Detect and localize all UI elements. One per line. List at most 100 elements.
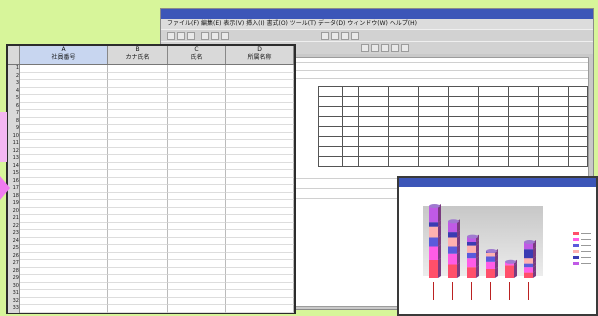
table-cell[interactable] <box>168 282 226 290</box>
table-cell[interactable] <box>108 282 168 290</box>
toolbar-button[interactable] <box>201 32 209 40</box>
table-cell[interactable] <box>168 185 226 193</box>
row-number[interactable]: 24 <box>8 237 20 245</box>
table-cell[interactable] <box>226 140 294 148</box>
column-header-a[interactable]: A 社員番号 <box>20 46 108 64</box>
table-cell[interactable] <box>20 185 108 193</box>
table-cell[interactable] <box>108 215 168 223</box>
column-header-d[interactable]: D 所属名称 <box>226 46 294 64</box>
column-header-b[interactable]: B カナ氏名 <box>108 46 168 64</box>
row-number[interactable]: 23 <box>8 230 20 238</box>
table-cell[interactable] <box>226 72 294 80</box>
row-number[interactable]: 11 <box>8 140 20 148</box>
table-cell[interactable] <box>108 207 168 215</box>
row-number[interactable]: 2 <box>8 72 20 80</box>
table-cell[interactable] <box>168 290 226 298</box>
table-cell[interactable] <box>168 140 226 148</box>
table-cell[interactable] <box>108 170 168 178</box>
table-cell[interactable] <box>20 102 108 110</box>
table-cell[interactable] <box>226 305 294 313</box>
table-cell[interactable] <box>20 305 108 313</box>
row-number[interactable]: 8 <box>8 117 20 125</box>
table-cell[interactable] <box>20 140 108 148</box>
row-number[interactable]: 25 <box>8 245 20 253</box>
row-number[interactable]: 31 <box>8 290 20 298</box>
table-cell[interactable] <box>20 80 108 88</box>
table-cell[interactable] <box>168 245 226 253</box>
toolbar-button[interactable] <box>361 44 369 52</box>
row-number[interactable]: 33 <box>8 305 20 313</box>
table-cell[interactable] <box>226 297 294 305</box>
toolbar-button[interactable] <box>221 32 229 40</box>
table-cell[interactable] <box>20 170 108 178</box>
row-number[interactable]: 9 <box>8 125 20 133</box>
employee-list-sheet[interactable]: A 社員番号 B カナ氏名 C 氏名 D 所属名称 1 2 3 4 5 6 7 8 9 10 11 1… <box>6 44 296 314</box>
table-cell[interactable] <box>226 237 294 245</box>
table-cell[interactable] <box>168 252 226 260</box>
table-cell[interactable] <box>20 117 108 125</box>
table-cell[interactable] <box>108 87 168 95</box>
table-cell[interactable] <box>20 215 108 223</box>
table-cell[interactable] <box>226 177 294 185</box>
table-cell[interactable] <box>226 110 294 118</box>
table-cell[interactable] <box>226 147 294 155</box>
table-cell[interactable] <box>108 162 168 170</box>
table-cell[interactable] <box>20 275 108 283</box>
table-cell[interactable] <box>108 95 168 103</box>
row-number[interactable]: 1 <box>8 65 20 73</box>
table-cell[interactable] <box>226 282 294 290</box>
table-cell[interactable] <box>226 80 294 88</box>
table-cell[interactable] <box>108 305 168 313</box>
toolbar-button[interactable] <box>371 44 379 52</box>
row-number[interactable]: 12 <box>8 147 20 155</box>
table-cell[interactable] <box>226 155 294 163</box>
table-cell[interactable] <box>168 177 226 185</box>
table-cell[interactable] <box>108 140 168 148</box>
table-cell[interactable] <box>108 132 168 140</box>
table-cell[interactable] <box>226 192 294 200</box>
table-cell[interactable] <box>20 297 108 305</box>
table-cell[interactable] <box>20 290 108 298</box>
table-cell[interactable] <box>226 117 294 125</box>
table-cell[interactable] <box>20 110 108 118</box>
table-cell[interactable] <box>226 275 294 283</box>
table-cell[interactable] <box>20 282 108 290</box>
table-cell[interactable] <box>168 80 226 88</box>
table-cell[interactable] <box>226 95 294 103</box>
menu-bar[interactable]: ファイル(F) 編集(E) 表示(V) 挿入(I) 書式(O) ツール(T) デ… <box>161 19 593 29</box>
table-cell[interactable] <box>108 147 168 155</box>
column-header-c[interactable]: C 氏名 <box>168 46 226 64</box>
table-cell[interactable] <box>168 207 226 215</box>
table-cell[interactable] <box>108 267 168 275</box>
table-cell[interactable] <box>20 245 108 253</box>
table-cell[interactable] <box>168 110 226 118</box>
table-cell[interactable] <box>108 230 168 238</box>
table-cell[interactable] <box>20 222 108 230</box>
table-cell[interactable] <box>226 252 294 260</box>
row-number[interactable]: 27 <box>8 260 20 268</box>
table-cell[interactable] <box>20 162 108 170</box>
table-cell[interactable] <box>20 87 108 95</box>
table-cell[interactable] <box>226 65 294 73</box>
table-cell[interactable] <box>20 147 108 155</box>
table-cell[interactable] <box>226 215 294 223</box>
table-cell[interactable] <box>20 200 108 208</box>
table-cell[interactable] <box>168 267 226 275</box>
table-cell[interactable] <box>168 162 226 170</box>
table-cell[interactable] <box>20 177 108 185</box>
row-number[interactable]: 13 <box>8 155 20 163</box>
table-cell[interactable] <box>226 170 294 178</box>
table-cell[interactable] <box>108 252 168 260</box>
toolbar-button[interactable] <box>187 32 195 40</box>
row-number[interactable]: 28 <box>8 267 20 275</box>
table-cell[interactable] <box>108 185 168 193</box>
table-cell[interactable] <box>108 297 168 305</box>
table-cell[interactable] <box>108 177 168 185</box>
table-cell[interactable] <box>168 87 226 95</box>
toolbar-button[interactable] <box>211 32 219 40</box>
table-cell[interactable] <box>168 170 226 178</box>
row-number[interactable]: 6 <box>8 102 20 110</box>
table-cell[interactable] <box>20 155 108 163</box>
table-cell[interactable] <box>168 297 226 305</box>
table-cell[interactable] <box>168 117 226 125</box>
